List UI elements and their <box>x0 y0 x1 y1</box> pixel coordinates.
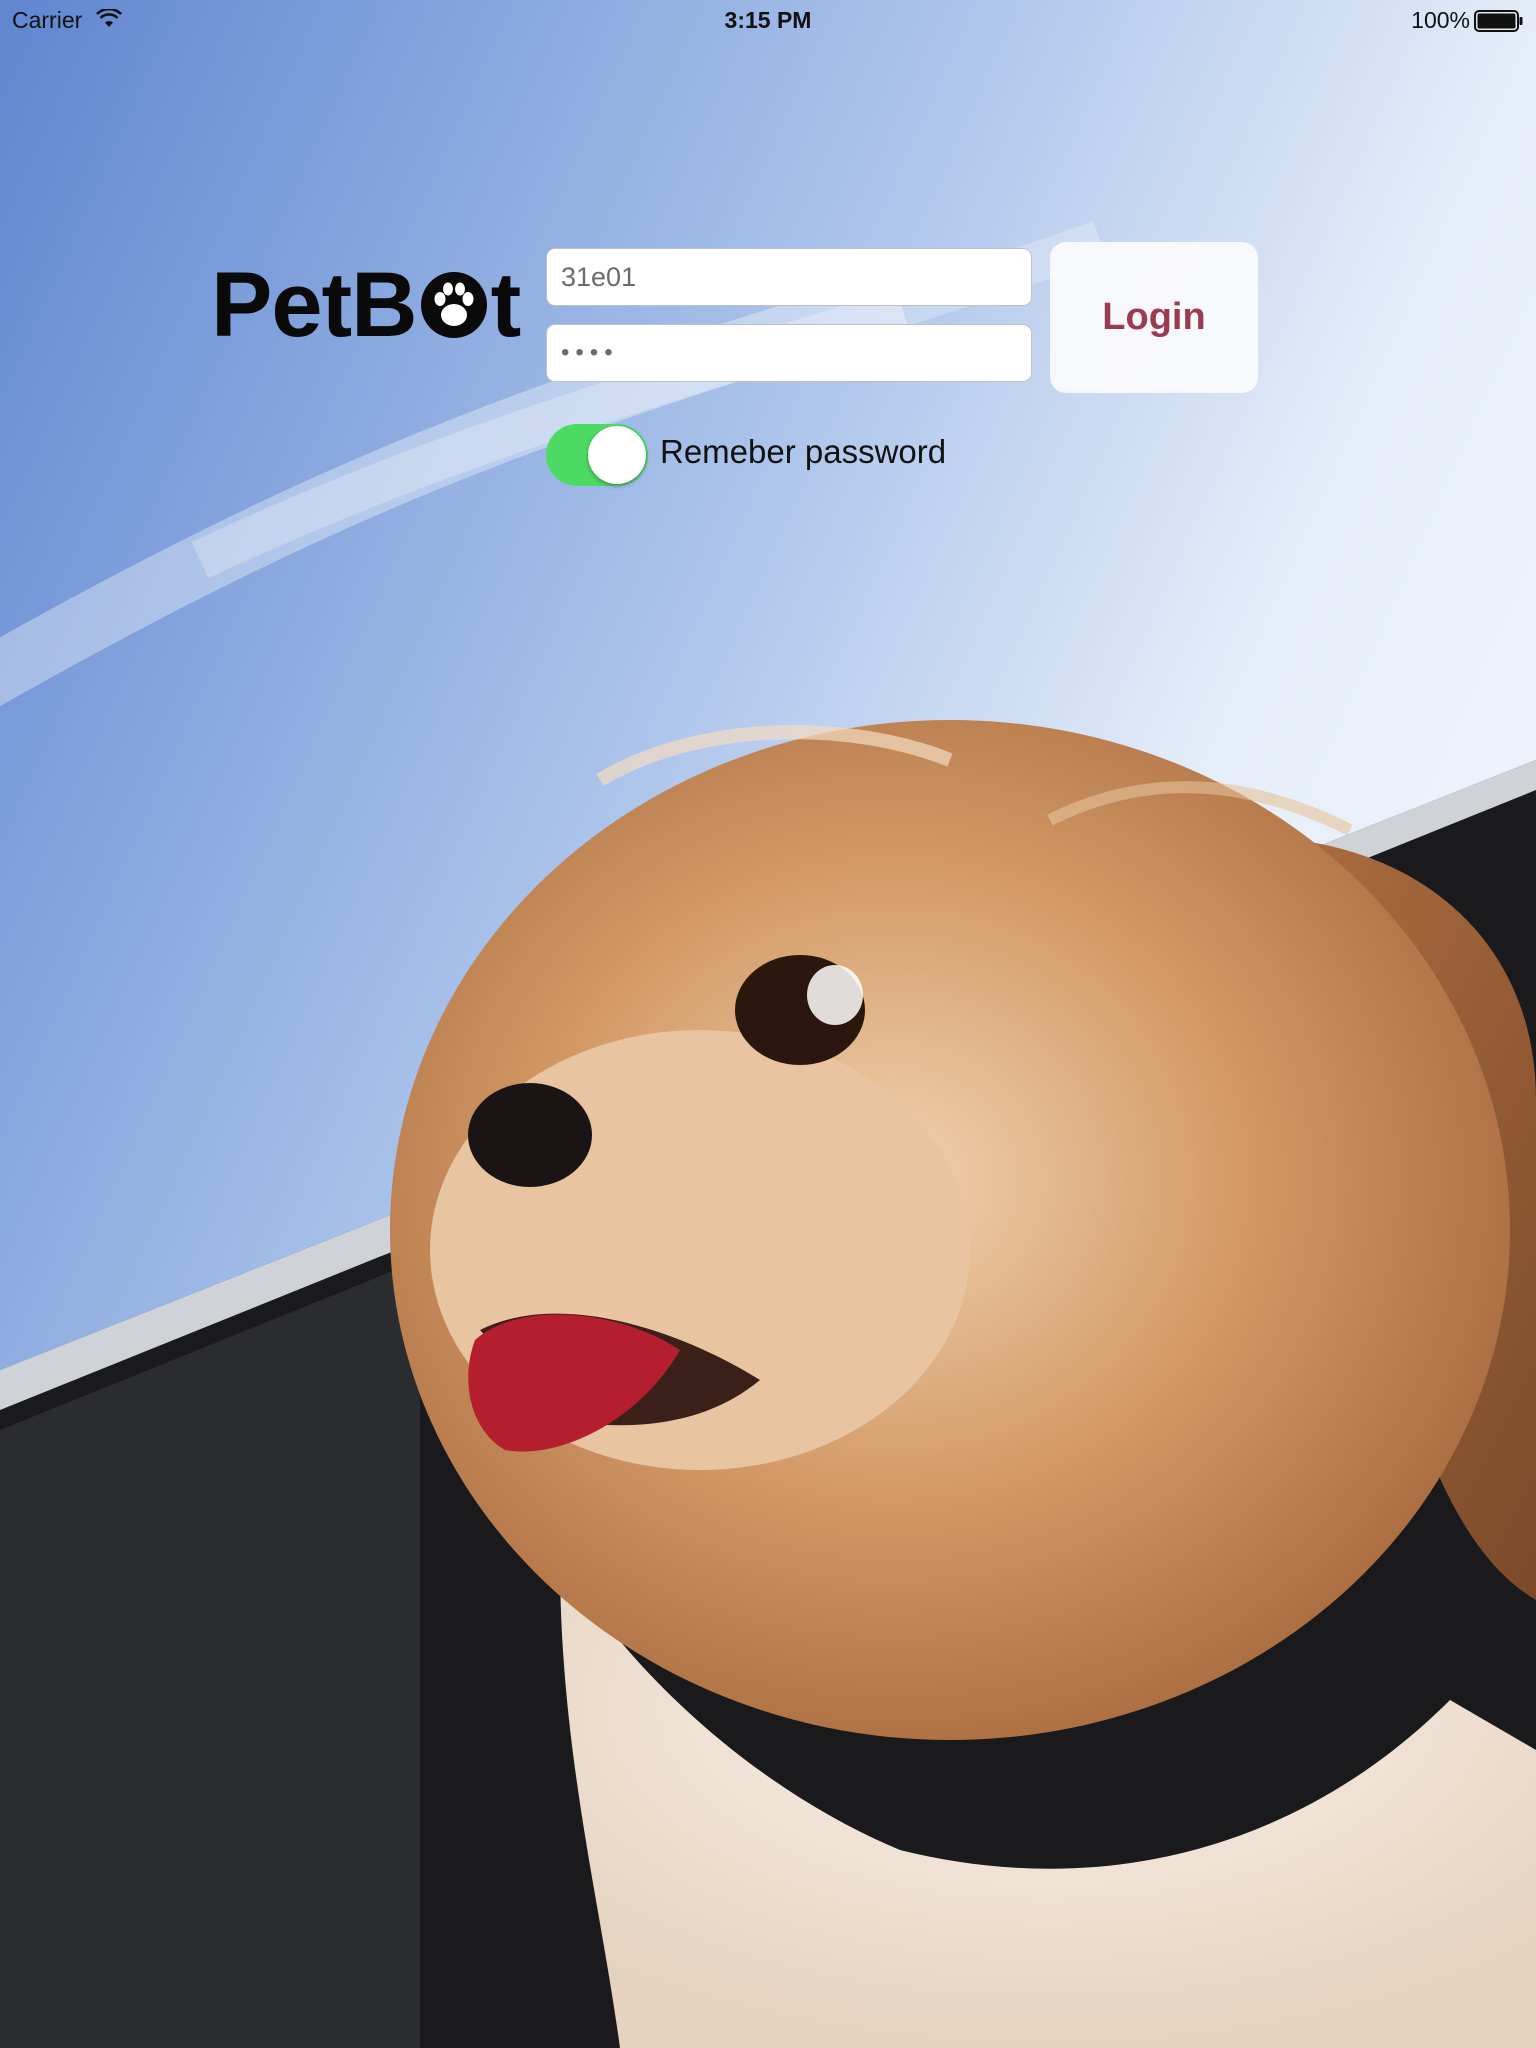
logo-text-right: t <box>490 253 522 356</box>
status-bar: Carrier 3:15 PM 100% <box>0 0 1536 40</box>
remember-password-label: Remeber password <box>660 433 947 470</box>
username-input[interactable] <box>546 248 1032 306</box>
login-button[interactable]: Login <box>1050 242 1258 393</box>
battery-icon <box>1474 10 1523 32</box>
petbot-logo: PetB t <box>211 253 522 356</box>
paw-icon <box>420 272 487 338</box>
remember-password-toggle[interactable] <box>546 424 648 486</box>
status-time: 3:15 PM <box>724 7 812 33</box>
toggle-knob <box>588 426 646 484</box>
logo-text-left: PetB <box>211 253 418 356</box>
battery-percent: 100% <box>1411 7 1470 33</box>
password-input[interactable] <box>546 324 1032 382</box>
